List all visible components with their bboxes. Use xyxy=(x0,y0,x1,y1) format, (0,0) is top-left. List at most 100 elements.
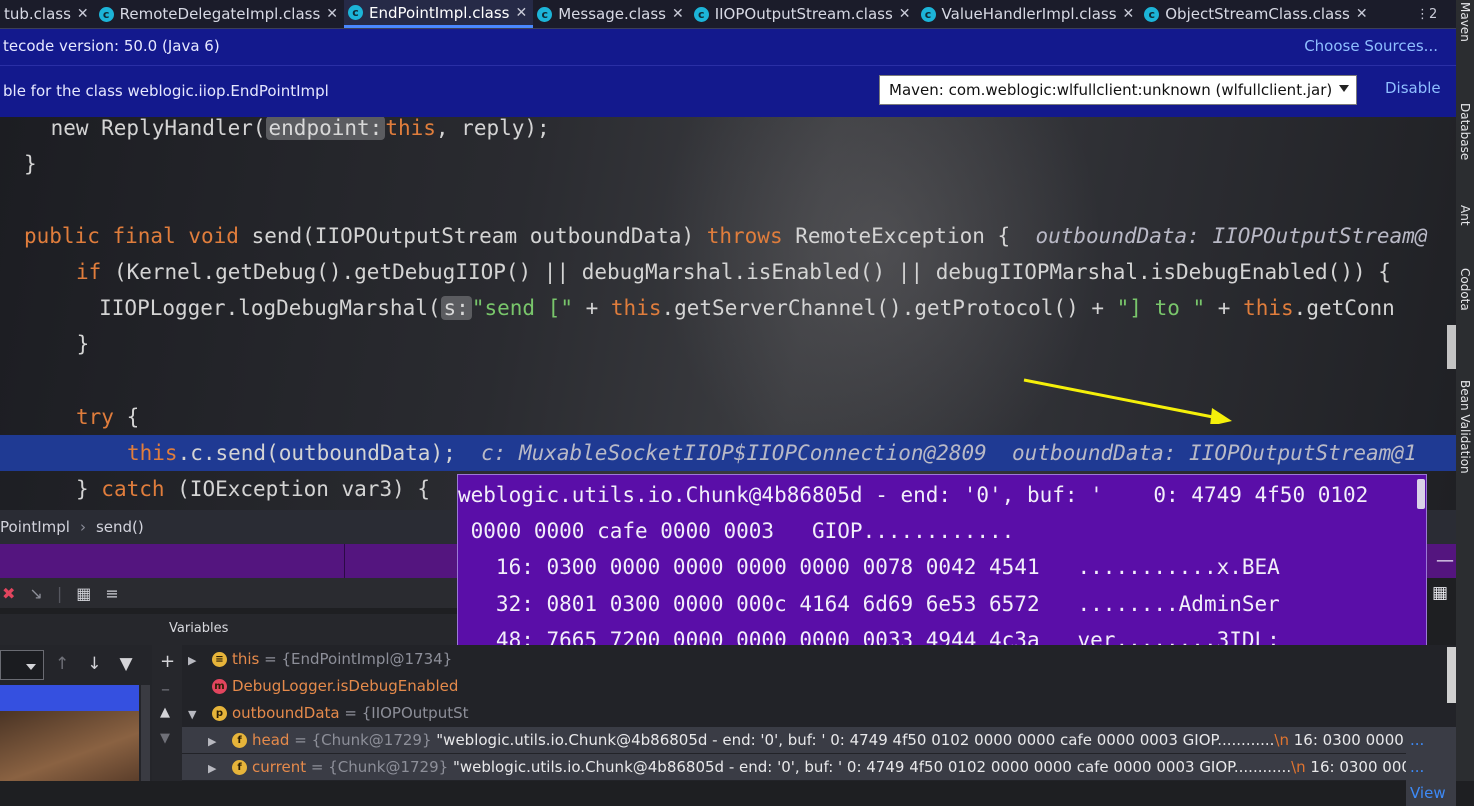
close-icon[interactable]: ✕ xyxy=(899,6,911,22)
variables-side-toolbar: + – ▲ ▼ xyxy=(152,645,182,781)
close-icon[interactable]: ✕ xyxy=(326,6,338,22)
editor-tab-label: EndPointImpl.class xyxy=(369,3,510,22)
variables-panel: + – ▲ ▼ ▶ ≡ this = {EndPointImpl@1734} m Deb… xyxy=(152,645,1456,806)
add-watch-icon[interactable]: + xyxy=(160,651,175,672)
breadcrumb-class[interactable]: PointImpl xyxy=(0,518,70,536)
debug-tool-header xyxy=(0,544,457,578)
variable-val: {EndPointImpl@1734} xyxy=(281,650,453,668)
variable-nl: \n xyxy=(1291,758,1306,776)
view-link[interactable]: ... View xyxy=(1406,754,1456,806)
variables-header: Variables xyxy=(152,614,457,645)
minimize-icon[interactable]: — xyxy=(1436,550,1454,571)
execution-line: this.c.send(outboundData); c: MuxableSoc… xyxy=(0,435,1456,471)
hex-dump-line: 16: 0300 0000 0000 0000 0000 0078 0042 4… xyxy=(458,555,1280,580)
thread-select[interactable] xyxy=(0,650,44,680)
chevron-right-icon[interactable]: ▶ xyxy=(208,756,232,780)
editor-tab[interactable]: c ValueHandlerImpl.class ✕ xyxy=(917,0,1141,28)
variable-row[interactable]: ▶ f head = {Chunk@1729} "weblogic.utils.io… xyxy=(182,727,1456,753)
close-icon[interactable]: ✕ xyxy=(1356,6,1368,22)
close-icon[interactable]: ✕ xyxy=(1123,6,1135,22)
editor-tab-label: ValueHandlerImpl.class xyxy=(941,5,1117,23)
variable-type-icon: f xyxy=(232,760,247,775)
variables-scrollbar[interactable] xyxy=(1447,647,1456,703)
dropdown-caret-icon xyxy=(1339,85,1349,92)
editor-tab[interactable]: c Message.class ✕ xyxy=(533,0,689,28)
parameter-hint: endpoint: xyxy=(265,117,386,140)
editor-tab-bar: tub.class ✕ c RemoteDelegateImpl.class ✕ c End… xyxy=(0,0,1456,29)
chevron-right-icon: › xyxy=(79,518,86,536)
arrow-up-icon[interactable]: ↑ xyxy=(55,654,69,674)
close-icon[interactable]: ✕ xyxy=(77,6,89,22)
java-class-icon: c xyxy=(1144,6,1160,22)
tab-overflow-indicator[interactable]: ⋮2 xyxy=(1416,0,1437,28)
tool-window-ant[interactable]: Ant xyxy=(1458,205,1472,226)
arrow-down-icon[interactable]: ↓ xyxy=(87,654,101,674)
code-editor[interactable]: new ReplyHandler(endpoint: this, reply); … xyxy=(0,117,1456,510)
variable-name: current xyxy=(252,758,307,776)
chevron-down-icon[interactable]: ▼ xyxy=(188,702,212,726)
inline-debug-value: outboundData: IIOPOutputStream@ xyxy=(1035,224,1428,248)
close-icon[interactable]: ✕ xyxy=(515,5,527,21)
layout-settings-icon[interactable]: ▦ xyxy=(1432,583,1448,603)
choose-sources-link[interactable]: Choose Sources... xyxy=(1304,37,1438,55)
code-line: IIOPLogger.logDebugMarshal(s: "send [" + … xyxy=(0,296,1395,320)
variables-tab[interactable]: Variables xyxy=(169,621,228,636)
rerun-icon[interactable]: ✖ xyxy=(2,584,15,603)
variable-row[interactable]: m DebugLogger.isDebugEnabled xyxy=(182,673,1456,699)
variable-eq: = xyxy=(259,650,282,668)
variable-eq: = xyxy=(306,758,329,776)
editor-tab[interactable]: c EndPointImpl.class ✕ xyxy=(344,0,534,28)
variable-eq: = xyxy=(289,731,312,749)
evaluate-expression-icon[interactable]: ▦ xyxy=(76,584,91,603)
java-class-icon: c xyxy=(920,6,936,22)
maven-library-select[interactable]: Maven: com.weblogic:wlfullclient:unknown… xyxy=(879,75,1357,105)
chevron-down-icon xyxy=(26,664,36,670)
editor-tab-label: Message.class xyxy=(558,5,666,23)
selected-frame[interactable] xyxy=(0,685,139,711)
variable-val: {IIOPOutputSt xyxy=(361,704,469,722)
editor-tab[interactable]: c ObjectStreamClass.class ✕ xyxy=(1140,0,1373,28)
frames-list[interactable] xyxy=(0,711,139,781)
editor-tab[interactable]: c RemoteDelegateImpl.class ✕ xyxy=(95,0,344,28)
variable-row[interactable]: ▼ p outboundData = {IIOPOutputSt xyxy=(182,700,1456,726)
java-class-icon: c xyxy=(348,5,363,20)
code-line: } xyxy=(24,152,37,176)
java-class-icon: c xyxy=(537,6,553,22)
tool-window-maven[interactable]: Maven xyxy=(1458,2,1472,42)
bytecode-version-text: tecode version: 50.0 (Java 6) xyxy=(3,37,220,55)
bytecode-banner: tecode version: 50.0 (Java 6) Choose Sou… xyxy=(0,29,1456,65)
frames-header xyxy=(0,614,152,645)
expand-icon[interactable]: ▲ xyxy=(160,705,170,720)
editor-tab-label: IIOPOutputStream.class xyxy=(714,5,893,23)
hex-dump-line: weblogic.utils.io.Chunk@4b86805d - end: … xyxy=(458,483,1369,507)
mute-breakpoints-icon[interactable]: ↘ xyxy=(29,584,42,603)
collapse-icon[interactable]: ▼ xyxy=(160,731,170,746)
variable-row[interactable]: ▶ f current = {Chunk@1729} "weblogic.utils… xyxy=(182,754,1456,780)
chevron-right-icon[interactable]: ▶ xyxy=(188,648,212,672)
chevron-right-icon[interactable]: ▶ xyxy=(208,729,232,753)
breadcrumb-method[interactable]: send() xyxy=(96,518,144,536)
variable-type-icon: m xyxy=(212,679,227,694)
tool-window-bean-validation[interactable]: Bean Validation xyxy=(1458,380,1472,474)
tool-window-codota[interactable]: Codota xyxy=(1458,268,1472,311)
variable-eq: = xyxy=(339,704,362,722)
frames-panel: ↑ ↓ ▼ xyxy=(0,645,152,781)
close-icon[interactable]: ✕ xyxy=(672,6,684,22)
variable-nl: \n xyxy=(1274,731,1289,749)
disable-link[interactable]: Disable xyxy=(1385,79,1441,97)
tool-window-database[interactable]: Database xyxy=(1458,103,1472,160)
variable-name: DebugLogger.isDebugEnabled xyxy=(232,677,459,695)
editor-tab[interactable]: tub.class ✕ xyxy=(0,0,95,28)
variable-str: "weblogic.utils.io.Chunk@4b86805d - end:… xyxy=(452,758,1292,776)
filter-icon[interactable]: ▼ xyxy=(120,654,133,674)
editor-tab[interactable]: c IIOPOutputStream.class ✕ xyxy=(690,0,917,28)
popup-scrollbar[interactable] xyxy=(1417,479,1425,509)
variable-row[interactable]: ▶ ≡ this = {EndPointImpl@1734} xyxy=(182,646,1456,672)
variable-type-icon: f xyxy=(232,733,247,748)
frames-scrollbar[interactable] xyxy=(141,685,150,781)
trace-stream-icon[interactable]: ≡ xyxy=(105,584,118,603)
variable-name: this xyxy=(232,650,260,668)
remove-watch-icon[interactable]: – xyxy=(161,679,170,700)
editor-scrollbar[interactable] xyxy=(1447,325,1456,369)
variable-val: {Chunk@1729} xyxy=(311,731,437,749)
